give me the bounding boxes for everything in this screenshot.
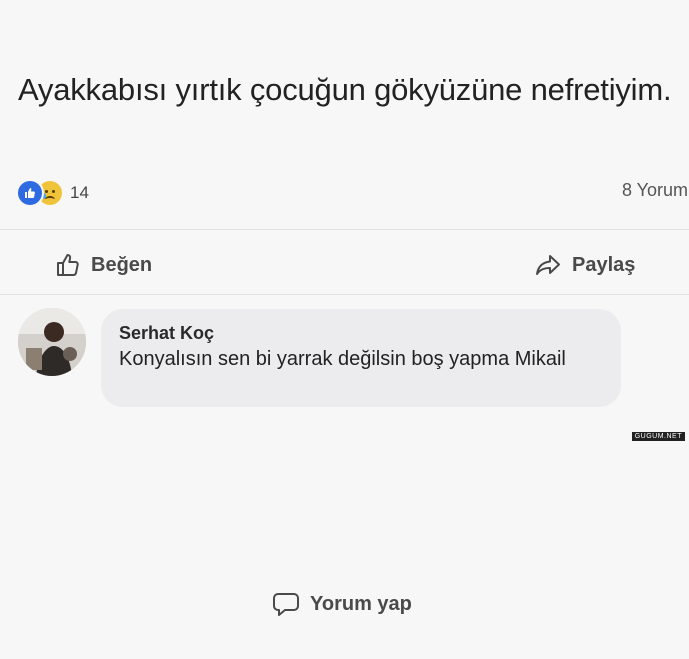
reaction-count: 14	[70, 183, 89, 202]
reaction-summary[interactable]: 14	[16, 179, 89, 207]
avatar[interactable]	[18, 308, 86, 376]
divider-top	[0, 229, 689, 230]
comment-button[interactable]: Yorum yap	[272, 549, 689, 659]
action-bar: Beğen Yorum yap Paylaş	[0, 243, 689, 616]
post-text: Ayakkabısı yırtık çocuğun gökyüzüne nefr…	[18, 72, 672, 107]
like-reaction-icon	[16, 179, 44, 207]
like-button[interactable]: Beğen	[55, 243, 152, 287]
share-label: Paylaş	[572, 253, 636, 276]
comment-label: Yorum yap	[310, 592, 412, 615]
comment-bubble: Serhat Koç Konyalısın sen bi yarrak deği…	[101, 309, 621, 407]
comment-item: Serhat Koç Konyalısın sen bi yarrak deği…	[16, 306, 676, 416]
commenter-name[interactable]: Serhat Koç	[119, 323, 214, 344]
share-arrow-icon	[536, 255, 560, 275]
like-label: Beğen	[91, 253, 153, 276]
comment-count[interactable]: 8 Yorum	[622, 180, 688, 201]
share-button[interactable]: Paylaş	[534, 243, 635, 287]
speech-bubble-icon	[273, 593, 299, 616]
watermark: GUGUM.NET	[631, 432, 685, 441]
thumbs-up-icon	[57, 254, 79, 276]
comment-text: Konyalısın sen bi yarrak değilsin boş ya…	[119, 348, 566, 370]
divider-bottom	[0, 294, 689, 295]
